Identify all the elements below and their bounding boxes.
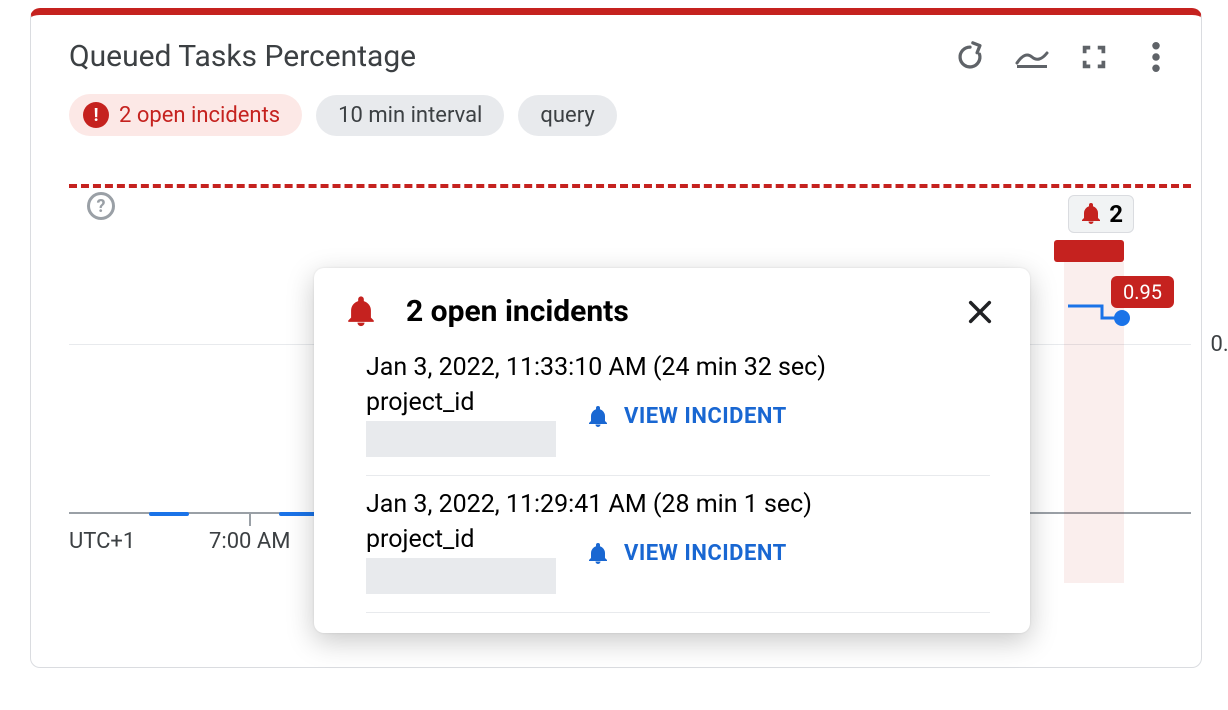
redacted-value — [366, 421, 556, 457]
bell-icon — [586, 405, 610, 429]
incident-item: Jan 3, 2022, 11:33:10 AM (24 min 32 sec)… — [366, 345, 990, 476]
view-incident-label: VIEW INCIDENT — [624, 541, 787, 566]
redacted-value — [366, 558, 556, 594]
x-tz-label: UTC+1 — [69, 529, 135, 554]
threshold-line — [69, 184, 1191, 188]
incidents-chip-label: 2 open incidents — [119, 103, 280, 128]
incident-time: Jan 3, 2022, 11:29:41 AM (28 min 1 sec) — [366, 490, 990, 519]
error-icon: ! — [83, 102, 109, 128]
incident-meta: project_id — [366, 388, 556, 457]
data-segment — [149, 512, 189, 516]
bell-icon — [344, 295, 378, 329]
incident-time: Jan 3, 2022, 11:33:10 AM (24 min 32 sec) — [366, 353, 990, 382]
card-title: Queued Tasks Percentage — [69, 39, 953, 74]
popover-title: 2 open incidents — [406, 294, 932, 329]
view-incident-label: VIEW INCIDENT — [624, 404, 787, 429]
incident-label: project_id — [366, 388, 556, 417]
card-header: Queued Tasks Percentage — [31, 15, 1201, 84]
bell-icon — [1079, 202, 1103, 226]
interval-chip[interactable]: 10 min interval — [316, 95, 504, 136]
close-icon[interactable] — [960, 298, 1000, 326]
alert-count-badge[interactable]: 2 — [1068, 195, 1134, 233]
y-tick: 0.5 — [1210, 332, 1228, 357]
view-incident-button[interactable]: VIEW INCIDENT — [586, 541, 787, 566]
query-chip[interactable]: query — [518, 95, 616, 136]
popover-header: 2 open incidents — [344, 294, 1000, 339]
data-point — [1114, 310, 1130, 326]
fullscreen-icon[interactable] — [1077, 40, 1111, 74]
alert-region — [1054, 240, 1124, 262]
legend-icon[interactable] — [1015, 40, 1049, 74]
incidents-chip[interactable]: ! 2 open incidents — [69, 94, 302, 136]
incident-meta: project_id — [366, 525, 556, 594]
incident-item: Jan 3, 2022, 11:29:41 AM (28 min 1 sec) … — [366, 482, 990, 613]
bell-icon — [586, 542, 610, 566]
x-tick-mark — [249, 514, 251, 526]
more-vert-icon[interactable] — [1139, 40, 1173, 74]
chip-row: ! 2 open incidents 10 min interval query — [31, 84, 1201, 146]
alert-count: 2 — [1109, 200, 1123, 228]
view-incident-button[interactable]: VIEW INCIDENT — [586, 404, 787, 429]
x-tick: 7:00 AM — [209, 529, 290, 554]
refresh-icon[interactable] — [953, 40, 987, 74]
incidents-popover: 2 open incidents Jan 3, 2022, 11:33:10 A… — [314, 268, 1030, 633]
incident-label: project_id — [366, 525, 556, 554]
card-toolbar — [953, 40, 1173, 74]
help-icon[interactable]: ? — [87, 192, 115, 220]
